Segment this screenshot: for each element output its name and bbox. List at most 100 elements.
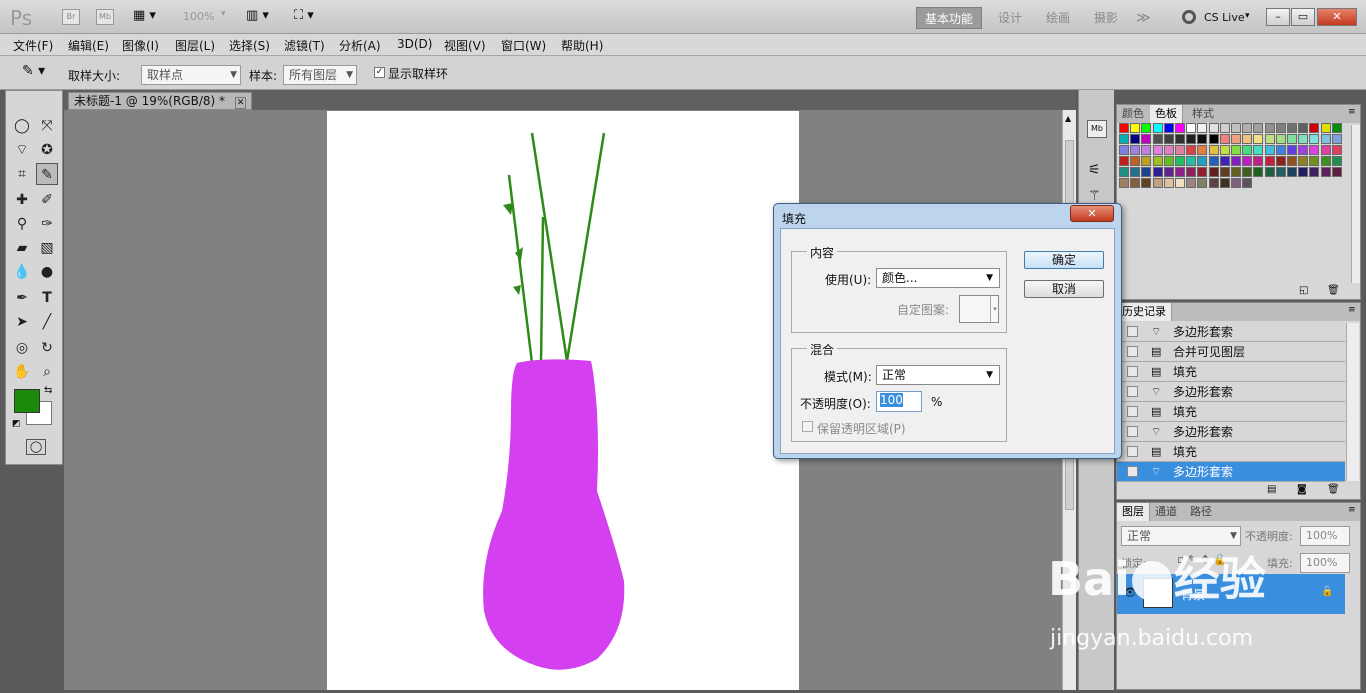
menu-file[interactable]: 文件(F): [13, 37, 53, 54]
fill-input[interactable]: 100%: [1300, 553, 1350, 573]
history-brush-source-box[interactable]: [1127, 466, 1138, 477]
panel-menu-icon[interactable]: ≡: [1348, 107, 1356, 117]
eyedropper-tool-icon[interactable]: ✎: [36, 163, 58, 185]
color-swatch[interactable]: [1163, 156, 1174, 166]
swap-colors-icon[interactable]: ⇆: [44, 385, 52, 396]
eraser-tool-icon[interactable]: ▰: [11, 237, 33, 259]
cs-live-icon[interactable]: [1182, 10, 1196, 24]
color-swatch[interactable]: [1197, 145, 1208, 155]
history-state[interactable]: ⌔ 多边形套索: [1117, 322, 1345, 342]
color-swatch[interactable]: [1298, 167, 1309, 177]
color-swatch[interactable]: [1197, 178, 1208, 188]
color-swatch[interactable]: [1197, 156, 1208, 166]
color-swatch[interactable]: [1186, 178, 1197, 188]
color-swatch[interactable]: [1264, 156, 1275, 166]
color-swatch[interactable]: [1130, 134, 1141, 144]
workspace-design[interactable]: 设计: [990, 7, 1030, 29]
brush-presets-icon[interactable]: ⚟: [1088, 162, 1101, 178]
lasso-tool-icon[interactable]: ⌔: [11, 139, 33, 161]
menu-image[interactable]: 图像(I): [122, 37, 159, 54]
foreground-color-swatch[interactable]: [14, 389, 40, 413]
color-swatch[interactable]: [1242, 145, 1253, 155]
panel-menu-icon[interactable]: ≡: [1348, 505, 1356, 515]
color-swatch[interactable]: [1141, 134, 1152, 144]
document-canvas[interactable]: [327, 111, 799, 690]
color-swatch[interactable]: [1231, 134, 1241, 144]
color-swatch[interactable]: [1163, 145, 1174, 155]
camera-snapshot-icon[interactable]: ◙: [1297, 484, 1307, 495]
history-state[interactable]: ▤ 合并可见图层: [1117, 342, 1345, 362]
crop-tool-icon[interactable]: ⌗: [11, 163, 33, 185]
color-swatch[interactable]: [1231, 178, 1241, 188]
line-tool-icon[interactable]: ╱: [36, 311, 58, 333]
color-swatch[interactable]: [1197, 134, 1208, 144]
custom-pattern-picker[interactable]: ▾: [959, 295, 999, 323]
color-swatch[interactable]: [1130, 178, 1141, 188]
history-state[interactable]: ⌔ 多边形套索: [1117, 462, 1345, 482]
type-tool-icon[interactable]: T: [36, 287, 58, 309]
color-swatch[interactable]: [1186, 123, 1197, 133]
tab-channels[interactable]: 通道: [1150, 503, 1182, 521]
color-swatch[interactable]: [1264, 145, 1275, 155]
color-swatch[interactable]: [1231, 145, 1241, 155]
color-swatch[interactable]: [1197, 167, 1208, 177]
color-swatch[interactable]: [1130, 145, 1141, 155]
color-swatch[interactable]: [1163, 167, 1174, 177]
mini-bridge-icon[interactable]: Mb: [96, 9, 114, 25]
mode-select[interactable]: 正常 ▼: [876, 365, 1000, 385]
color-swatch[interactable]: [1141, 145, 1152, 155]
color-swatch[interactable]: [1219, 134, 1230, 144]
color-swatch[interactable]: [1275, 156, 1286, 166]
color-swatch[interactable]: [1130, 156, 1141, 166]
color-swatch[interactable]: [1219, 123, 1230, 133]
new-swatch-icon[interactable]: ◱: [1299, 285, 1308, 296]
color-swatch[interactable]: [1186, 145, 1197, 155]
color-swatch[interactable]: [1309, 123, 1320, 133]
color-swatch[interactable]: [1253, 145, 1264, 155]
3d-rotate-tool-icon[interactable]: ◎: [11, 337, 33, 359]
zoom-level[interactable]: 100%: [183, 10, 214, 23]
menu-3d[interactable]: 3D(D): [397, 37, 432, 51]
default-colors-icon[interactable]: ◩: [12, 419, 21, 429]
show-ring-checkbox[interactable]: ✓: [374, 67, 385, 78]
color-swatch[interactable]: [1320, 156, 1331, 166]
history-state[interactable]: ▤ 填充: [1117, 442, 1345, 462]
menu-view[interactable]: 视图(V): [444, 37, 486, 54]
tab-history[interactable]: 历史记录: [1117, 303, 1172, 321]
trash-icon[interactable]: 🗑: [1327, 484, 1340, 495]
color-swatch[interactable]: [1175, 134, 1185, 144]
menu-filter[interactable]: 滤镜(T): [284, 37, 325, 54]
maximize-button[interactable]: ▭: [1291, 8, 1315, 26]
tab-layers[interactable]: 图层: [1117, 503, 1150, 521]
color-swatch[interactable]: [1275, 145, 1286, 155]
menu-layer[interactable]: 图层(L): [175, 37, 215, 54]
bridge-icon[interactable]: Br: [62, 9, 80, 25]
color-swatch[interactable]: [1309, 167, 1320, 177]
history-state[interactable]: ⌔ 多边形套索: [1117, 422, 1345, 442]
eyedropper-preset-icon[interactable]: ✎ ▾: [22, 63, 45, 79]
color-swatch[interactable]: [1152, 178, 1163, 188]
quick-mask-icon[interactable]: ◯: [26, 439, 46, 455]
cs-live-dropdown-icon[interactable]: ▾: [1245, 11, 1250, 21]
menu-help[interactable]: 帮助(H): [561, 37, 603, 54]
workspace-painting[interactable]: 绘画: [1038, 7, 1078, 29]
history-state[interactable]: ⌔ 多边形套索: [1117, 382, 1345, 402]
cancel-button[interactable]: 取消: [1024, 280, 1104, 298]
color-swatch[interactable]: [1309, 134, 1320, 144]
opacity-input[interactable]: 100: [876, 391, 922, 412]
move-tool-icon[interactable]: ⤧: [36, 115, 58, 137]
tab-swatches[interactable]: 色板: [1150, 105, 1183, 123]
color-swatch[interactable]: [1331, 156, 1342, 166]
document-tab[interactable]: 未标题-1 @ 19%(RGB/8) * ✕: [68, 92, 253, 110]
color-swatch[interactable]: [1208, 123, 1219, 133]
color-swatch[interactable]: [1287, 156, 1297, 166]
use-select[interactable]: 颜色... ▼: [876, 268, 1000, 288]
color-swatch[interactable]: [1331, 134, 1342, 144]
color-swatch[interactable]: [1130, 167, 1141, 177]
color-swatch[interactable]: [1219, 156, 1230, 166]
pen-tool-icon[interactable]: ✒: [11, 287, 33, 309]
color-swatch[interactable]: [1253, 123, 1264, 133]
dialog-close-button[interactable]: ✕: [1070, 205, 1114, 222]
color-swatch[interactable]: [1287, 145, 1297, 155]
view-extras-icon[interactable]: ▦ ▾: [133, 8, 156, 23]
